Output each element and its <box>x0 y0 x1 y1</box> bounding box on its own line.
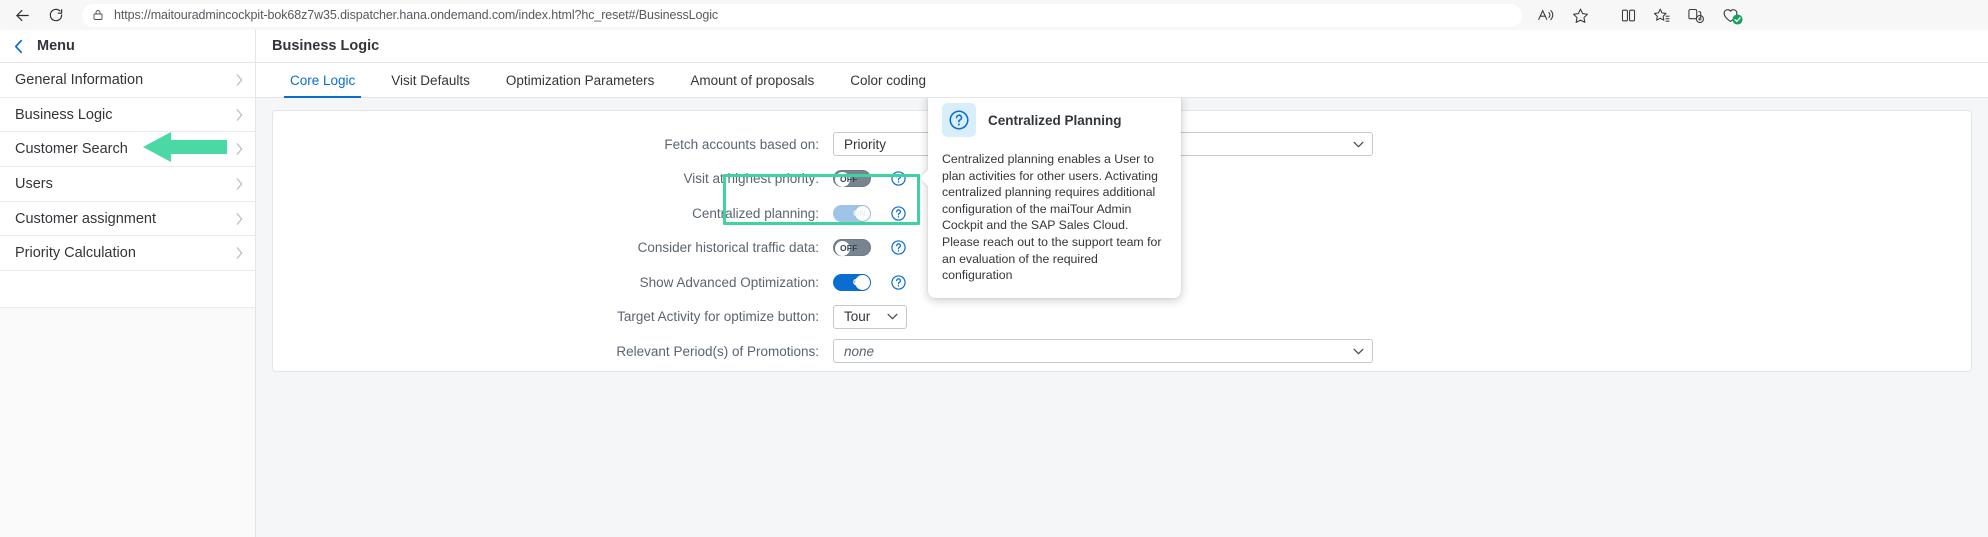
tab-label: Core Logic <box>290 72 356 88</box>
sidebar-item-label: Business Logic <box>15 106 113 123</box>
tab-core-logic[interactable]: Core Logic <box>272 63 373 98</box>
url-text: https://maitouradmincockpit-bok68z7w35.d… <box>114 8 719 22</box>
browser-toolbar: https://maitouradmincockpit-bok68z7w35.d… <box>0 0 1988 30</box>
sidebar-item-business-logic[interactable]: Business Logic <box>0 98 255 133</box>
chevron-left-icon[interactable] <box>14 39 23 54</box>
sidebar-item-users[interactable]: Users <box>0 167 255 202</box>
tab-optimization-parameters[interactable]: Optimization Parameters <box>488 63 673 97</box>
toggle-state-label: OFF <box>840 242 858 253</box>
visit-highest-priority-toggle[interactable]: OFF <box>833 170 871 188</box>
label-relevant-periods: Relevant Period(s) of Promotions: <box>616 343 819 359</box>
label-centralized-planning: Centralized planning: <box>692 205 819 221</box>
sidebar-item-customer-search[interactable]: Customer Search <box>0 132 255 168</box>
help-icon-visit-highest-priority[interactable] <box>891 171 906 186</box>
browser-reload-button[interactable] <box>42 3 70 27</box>
browser-back-button[interactable] <box>8 3 36 27</box>
sidebar: Menu General Information Business Logic … <box>0 30 256 537</box>
sidebar-item-customer-assignment[interactable]: Customer assignment <box>0 202 255 237</box>
label-historical-traffic: Consider historical traffic data: <box>637 240 819 256</box>
control-show-advanced-optimization: ON <box>833 273 906 291</box>
chevron-right-icon <box>236 212 243 225</box>
sidebar-item-label: Customer Search <box>15 141 128 158</box>
sidebar-empty-area <box>0 307 255 537</box>
tab-amount-of-proposals[interactable]: Amount of proposals <box>672 63 832 97</box>
control-historical-traffic: OFF <box>833 239 906 257</box>
question-mark-circle-icon <box>942 103 976 137</box>
label-show-advanced-optimization: Show Advanced Optimization: <box>639 274 819 290</box>
chevron-down-icon <box>1353 141 1364 148</box>
centralized-planning-tooltip: Centralized Planning Centralized plannin… <box>928 98 1181 298</box>
sidebar-item-priority-calculation[interactable]: Priority Calculation <box>0 236 255 272</box>
lock-icon <box>92 8 104 22</box>
sidebar-header: Menu <box>0 30 255 63</box>
page-title: Business Logic <box>272 38 380 54</box>
centralized-planning-toggle[interactable]: ON <box>833 204 871 222</box>
sidebar-item-label: Customer assignment <box>15 210 157 227</box>
help-icon-historical-traffic[interactable] <box>891 240 906 255</box>
control-visit-highest-priority: OFF <box>833 170 906 188</box>
split-screen-icon[interactable] <box>1614 3 1642 27</box>
app-shell: Menu General Information Business Logic … <box>0 30 1988 537</box>
add-tab-group-icon[interactable] <box>1682 3 1710 27</box>
sidebar-title: Menu <box>37 38 75 54</box>
help-icon-show-advanced-optimization[interactable] <box>891 275 906 290</box>
favorite-star-icon[interactable] <box>1566 3 1594 27</box>
target-activity-value: Tour <box>844 309 871 325</box>
relevant-periods-value: none <box>844 343 875 359</box>
label-target-activity: Target Activity for optimize button: <box>617 309 819 325</box>
tab-bar: Core Logic Visit Defaults Optimization P… <box>256 63 1988 98</box>
content-area: Fetch accounts based on: Priority Visit … <box>256 98 1988 537</box>
control-relevant-periods: none <box>833 339 1373 364</box>
sidebar-item-label: General Information <box>15 71 144 88</box>
core-logic-form-panel: Fetch accounts based on: Priority Visit … <box>272 98 1972 372</box>
sidebar-item-label: Priority Calculation <box>15 245 136 262</box>
sidebar-item-label: Users <box>15 175 53 192</box>
chevron-right-icon <box>236 108 243 121</box>
chevron-right-icon <box>236 143 243 156</box>
toggle-state-label: ON <box>852 277 866 288</box>
chevron-down-icon <box>1353 348 1364 355</box>
help-icon-centralized-planning[interactable] <box>891 206 906 221</box>
address-bar[interactable]: https://maitouradmincockpit-bok68z7w35.d… <box>82 3 1522 27</box>
toggle-state-label: OFF <box>840 173 858 184</box>
control-centralized-planning: ON <box>833 204 906 222</box>
main-content: Business Logic Core Logic Visit Defaults… <box>256 30 1988 537</box>
tooltip-title: Centralized Planning <box>988 112 1122 128</box>
chevron-right-icon <box>236 247 243 260</box>
label-fetch-accounts: Fetch accounts based on: <box>664 136 819 152</box>
show-advanced-optimization-toggle[interactable]: ON <box>833 273 871 291</box>
page-header: Business Logic <box>256 30 1988 63</box>
control-target-activity: Tour <box>833 304 907 329</box>
browser-toolbar-actions <box>1532 3 1748 27</box>
historical-traffic-toggle[interactable]: OFF <box>833 239 871 257</box>
collections-icon[interactable] <box>1648 3 1676 27</box>
form-row-target-activity: Target Activity for optimize button: Tou… <box>273 300 1971 335</box>
chevron-right-icon <box>236 74 243 86</box>
fetch-accounts-value: Priority <box>844 136 887 152</box>
chevron-right-icon <box>236 178 243 190</box>
tab-color-coding[interactable]: Color coding <box>832 63 944 97</box>
target-activity-select[interactable]: Tour <box>833 304 907 329</box>
tab-label: Amount of proposals <box>690 72 815 88</box>
sidebar-item-general-information[interactable]: General Information <box>0 63 255 98</box>
chevron-down-icon <box>887 313 898 320</box>
tab-label: Visit Defaults <box>391 72 470 88</box>
relevant-periods-select[interactable]: none <box>833 339 1373 364</box>
read-aloud-icon[interactable] <box>1532 3 1560 27</box>
tab-label: Optimization Parameters <box>505 72 655 88</box>
tooltip-header: Centralized Planning <box>942 103 1167 137</box>
tab-visit-defaults[interactable]: Visit Defaults <box>373 63 488 97</box>
tab-label: Color coding <box>850 72 927 88</box>
toggle-state-label: ON <box>852 208 866 219</box>
extension-icon[interactable] <box>1716 3 1744 27</box>
tooltip-body: Centralized planning enables a User to p… <box>942 152 1162 283</box>
label-visit-highest-priority: Visit at highest priority: <box>683 171 819 187</box>
form-row-relevant-periods: Relevant Period(s) of Promotions: none <box>273 334 1971 369</box>
